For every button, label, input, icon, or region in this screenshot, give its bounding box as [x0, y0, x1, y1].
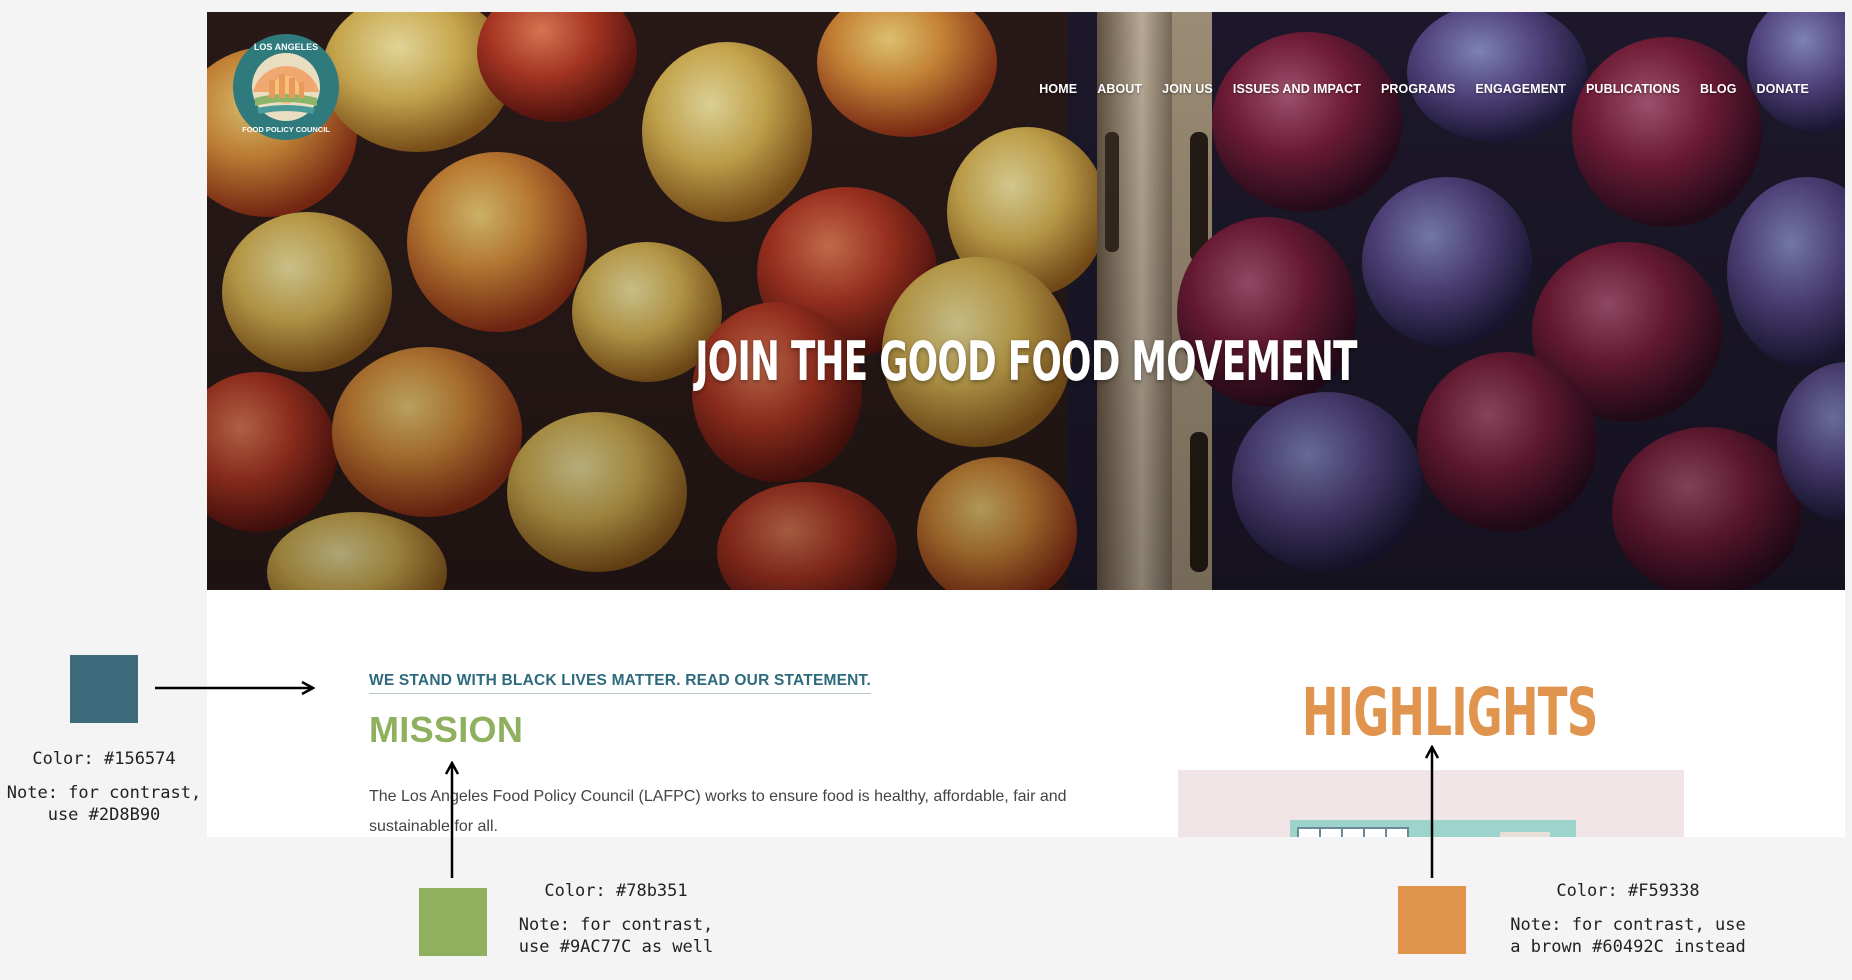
color-swatch-orange — [1398, 886, 1466, 954]
annotation-orange-color: Color: #F59338 — [1556, 881, 1700, 901]
annotation-blue-color: Color: #156574 — [32, 749, 176, 769]
annotation-green-color: Color: #78b351 — [544, 881, 688, 901]
annotation-green-note: Note: for contrast, use #9AC77C as well — [518, 915, 714, 957]
annotation-blue: Color: #156574 Note: for contrast, use #… — [0, 748, 208, 826]
color-swatch-green — [419, 888, 487, 956]
annotation-green: Color: #78b351 Note: for contrast, use #… — [505, 880, 727, 958]
color-swatch-blue — [70, 655, 138, 723]
annotation-orange-note: Note: for contrast, use a brown #60492C … — [1510, 915, 1746, 957]
annotation-orange: Color: #F59338 Note: for contrast, use a… — [1508, 880, 1748, 958]
annotation-arrows — [155, 0, 1852, 878]
annotation-blue-note: Note: for contrast, use #2D8B90 — [6, 783, 202, 825]
